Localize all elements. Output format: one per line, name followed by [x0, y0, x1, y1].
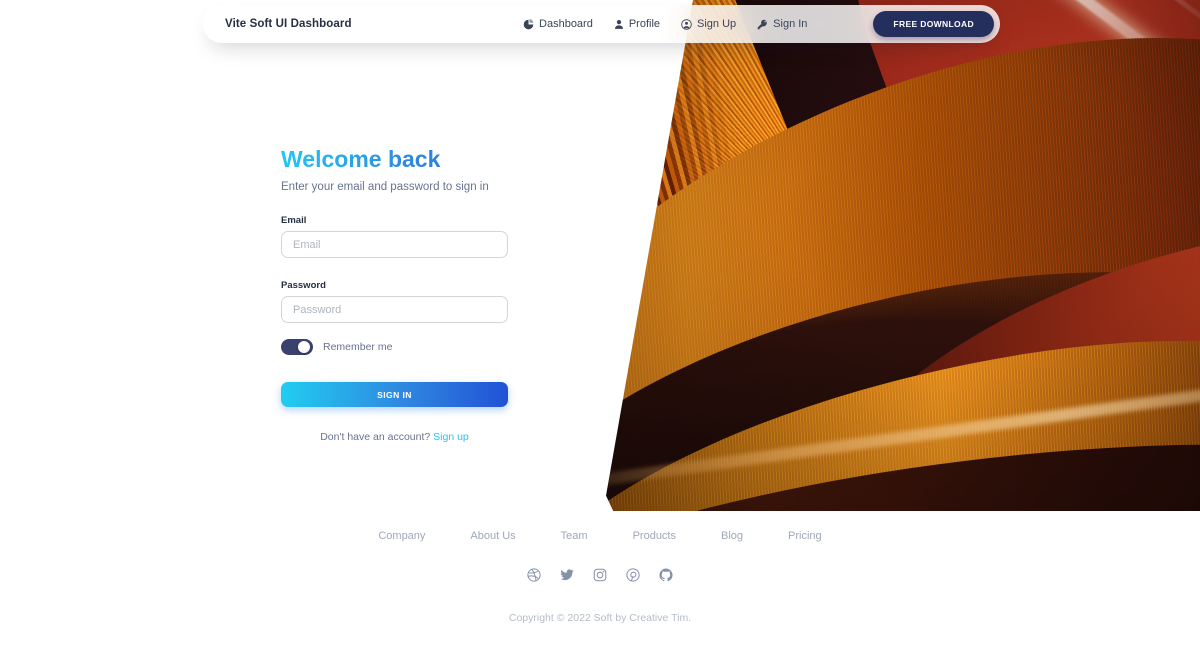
signin-form: Welcome back Enter your email and passwo… — [281, 146, 508, 443]
signup-prompt-text: Don't have an account? — [320, 431, 431, 444]
social-links — [0, 568, 1200, 587]
user-circle-icon — [681, 18, 692, 30]
footer-links: Company About Us Team Products Blog Pric… — [0, 530, 1200, 542]
email-label: Email — [281, 215, 307, 227]
page-title: Welcome back — [281, 146, 508, 172]
free-download-button[interactable]: FREE DOWNLOAD — [873, 11, 994, 37]
nav-link-signup[interactable]: Sign Up — [681, 18, 736, 30]
brand-title[interactable]: Vite Soft UI Dashboard — [225, 18, 352, 30]
footer-link-products[interactable]: Products — [633, 530, 676, 542]
signin-page: Vite Soft UI Dashboard Dashboard Profile… — [0, 0, 1200, 651]
nav-link-label: Sign In — [773, 18, 808, 30]
remember-me-toggle[interactable] — [281, 339, 313, 356]
nav-link-label: Profile — [628, 18, 661, 30]
sign-in-button[interactable]: SIGN IN — [281, 382, 508, 408]
github-icon[interactable] — [659, 568, 673, 587]
remember-me-label: Remember me — [323, 341, 393, 354]
pinterest-icon[interactable] — [626, 568, 640, 587]
footer-link-pricing[interactable]: Pricing — [788, 530, 822, 542]
nav-link-signin[interactable]: Sign In — [757, 18, 807, 30]
footer-link-blog[interactable]: Blog — [721, 530, 743, 542]
page-subtitle: Enter your email and password to sign in — [281, 181, 489, 194]
password-input[interactable] — [281, 296, 508, 324]
nav-link-label: Dashboard — [539, 18, 593, 30]
footer-link-about-us[interactable]: About Us — [470, 530, 515, 542]
nav-link-dashboard[interactable]: Dashboard — [523, 18, 593, 30]
pie-chart-icon — [523, 18, 534, 30]
page-footer: Company About Us Team Products Blog Pric… — [0, 530, 1200, 624]
footer-link-team[interactable]: Team — [561, 530, 588, 542]
user-icon — [614, 19, 624, 30]
nav-link-label: Sign Up — [697, 18, 737, 30]
key-icon — [757, 19, 768, 30]
signup-prompt: Don't have an account? Sign up — [281, 431, 508, 443]
dribbble-icon[interactable] — [527, 568, 541, 587]
footer-link-company[interactable]: Company — [378, 530, 425, 542]
decorative-background-image — [606, 0, 1200, 511]
instagram-icon[interactable] — [593, 568, 607, 587]
signup-link[interactable]: Sign up — [433, 431, 469, 443]
email-field-group: Email — [281, 215, 508, 259]
top-navbar: Vite Soft UI Dashboard Dashboard Profile… — [203, 5, 1000, 43]
toggle-knob — [298, 341, 310, 354]
password-field-group: Password — [281, 280, 508, 324]
navbar-links: Dashboard Profile Sign Up Sign In FREE D… — [523, 11, 994, 37]
password-label: Password — [281, 280, 326, 292]
twitter-icon[interactable] — [560, 568, 574, 587]
copyright-text: Copyright © 2022 Soft by Creative Tim. — [508, 612, 692, 624]
email-input[interactable] — [281, 231, 508, 259]
nav-link-profile[interactable]: Profile — [614, 18, 660, 30]
remember-me-row: Remember me — [281, 339, 508, 356]
